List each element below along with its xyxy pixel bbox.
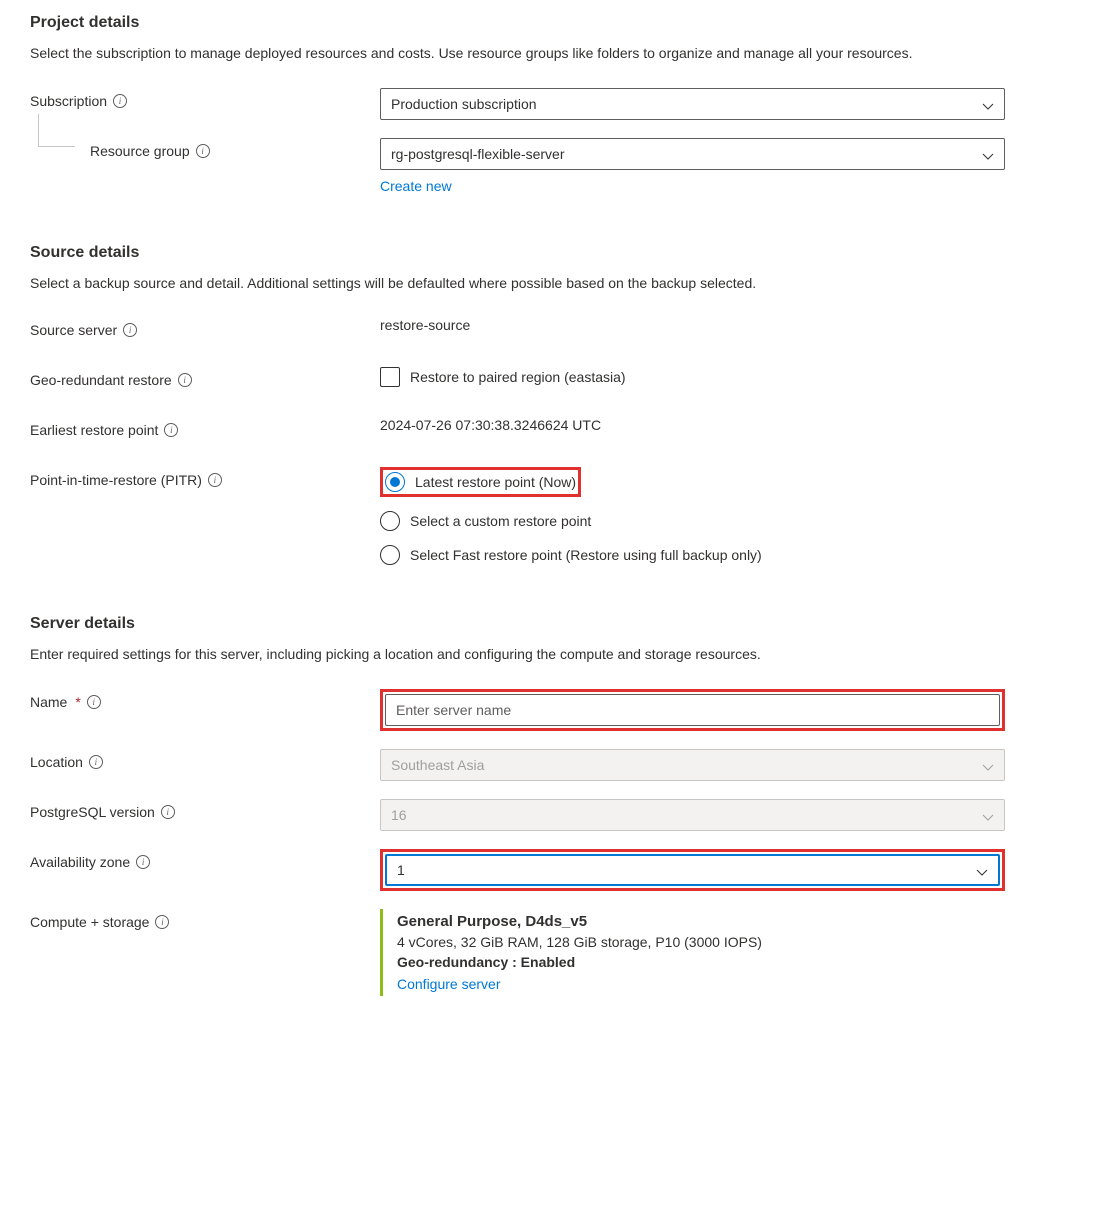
geo-restore-checkbox[interactable] — [380, 367, 400, 387]
info-icon[interactable]: i — [161, 805, 175, 819]
compute-storage-label: Compute + storage — [30, 914, 149, 930]
info-icon[interactable]: i — [136, 855, 150, 869]
server-name-input[interactable] — [396, 702, 989, 718]
location-select: Southeast Asia — [380, 749, 1005, 781]
pitr-radio-latest[interactable]: Latest restore point (Now) — [385, 472, 576, 492]
pitr-radio-fast-label: Select Fast restore point (Restore using… — [410, 547, 762, 563]
radio-icon — [385, 472, 405, 492]
source-server-value: restore-source — [380, 317, 1005, 333]
source-server-label: Source server — [30, 322, 117, 338]
source-details-heading: Source details — [30, 244, 1072, 262]
configure-server-link[interactable]: Configure server — [397, 976, 501, 992]
info-icon[interactable]: i — [208, 473, 222, 487]
subscription-select[interactable]: Production subscription — [380, 88, 1005, 120]
chevron-down-icon — [982, 148, 994, 160]
location-label: Location — [30, 754, 83, 770]
compute-storage-summary: General Purpose, D4ds_v5 4 vCores, 32 Gi… — [380, 909, 1005, 996]
resource-group-value: rg-postgresql-flexible-server — [391, 146, 565, 162]
info-icon[interactable]: i — [196, 144, 210, 158]
chevron-down-icon — [982, 98, 994, 110]
availability-zone-value: 1 — [397, 862, 405, 878]
project-details-heading: Project details — [30, 14, 1072, 32]
compute-spec: 4 vCores, 32 GiB RAM, 128 GiB storage, P… — [397, 934, 991, 950]
info-icon[interactable]: i — [89, 755, 103, 769]
chevron-down-icon — [982, 759, 994, 771]
resource-group-select[interactable]: rg-postgresql-flexible-server — [380, 138, 1005, 170]
radio-icon — [380, 545, 400, 565]
info-icon[interactable]: i — [87, 695, 101, 709]
pg-version-select: 16 — [380, 799, 1005, 831]
geo-restore-checkbox-label: Restore to paired region (eastasia) — [410, 369, 626, 385]
subscription-label: Subscription — [30, 93, 107, 109]
subscription-value: Production subscription — [391, 96, 537, 112]
earliest-restore-label: Earliest restore point — [30, 422, 158, 438]
pitr-radio-latest-label: Latest restore point (Now) — [415, 474, 576, 490]
pg-version-value: 16 — [391, 807, 407, 823]
info-icon[interactable]: i — [178, 373, 192, 387]
server-name-input-wrapper — [385, 694, 1000, 726]
required-asterisk: * — [75, 694, 80, 710]
info-icon[interactable]: i — [113, 94, 127, 108]
pitr-radio-custom[interactable]: Select a custom restore point — [380, 511, 1005, 531]
earliest-restore-value: 2024-07-26 07:30:38.3246624 UTC — [380, 417, 1005, 433]
chevron-down-icon — [976, 864, 988, 876]
source-details-desc: Select a backup source and detail. Addit… — [30, 274, 1072, 294]
pg-version-label: PostgreSQL version — [30, 804, 155, 820]
create-new-link[interactable]: Create new — [380, 178, 452, 194]
pitr-radio-custom-label: Select a custom restore point — [410, 513, 591, 529]
server-name-label: Name — [30, 694, 67, 710]
availability-zone-select[interactable]: 1 — [385, 854, 1000, 886]
pitr-radio-fast[interactable]: Select Fast restore point (Restore using… — [380, 545, 1005, 565]
chevron-down-icon — [982, 809, 994, 821]
geo-redundant-label: Geo-redundant restore — [30, 372, 172, 388]
info-icon[interactable]: i — [155, 915, 169, 929]
compute-geo: Geo-redundancy : Enabled — [397, 954, 991, 970]
availability-zone-label: Availability zone — [30, 854, 130, 870]
resource-group-label: Resource group — [90, 143, 190, 159]
location-value: Southeast Asia — [391, 757, 484, 773]
pitr-label: Point-in-time-restore (PITR) — [30, 472, 202, 488]
project-details-desc: Select the subscription to manage deploy… — [30, 44, 1072, 64]
info-icon[interactable]: i — [123, 323, 137, 337]
info-icon[interactable]: i — [164, 423, 178, 437]
compute-tier: General Purpose, D4ds_v5 — [397, 913, 991, 930]
radio-icon — [380, 511, 400, 531]
server-details-heading: Server details — [30, 615, 1072, 633]
pitr-radio-group: Latest restore point (Now) Select a cust… — [380, 467, 1005, 565]
server-details-desc: Enter required settings for this server,… — [30, 645, 1072, 665]
